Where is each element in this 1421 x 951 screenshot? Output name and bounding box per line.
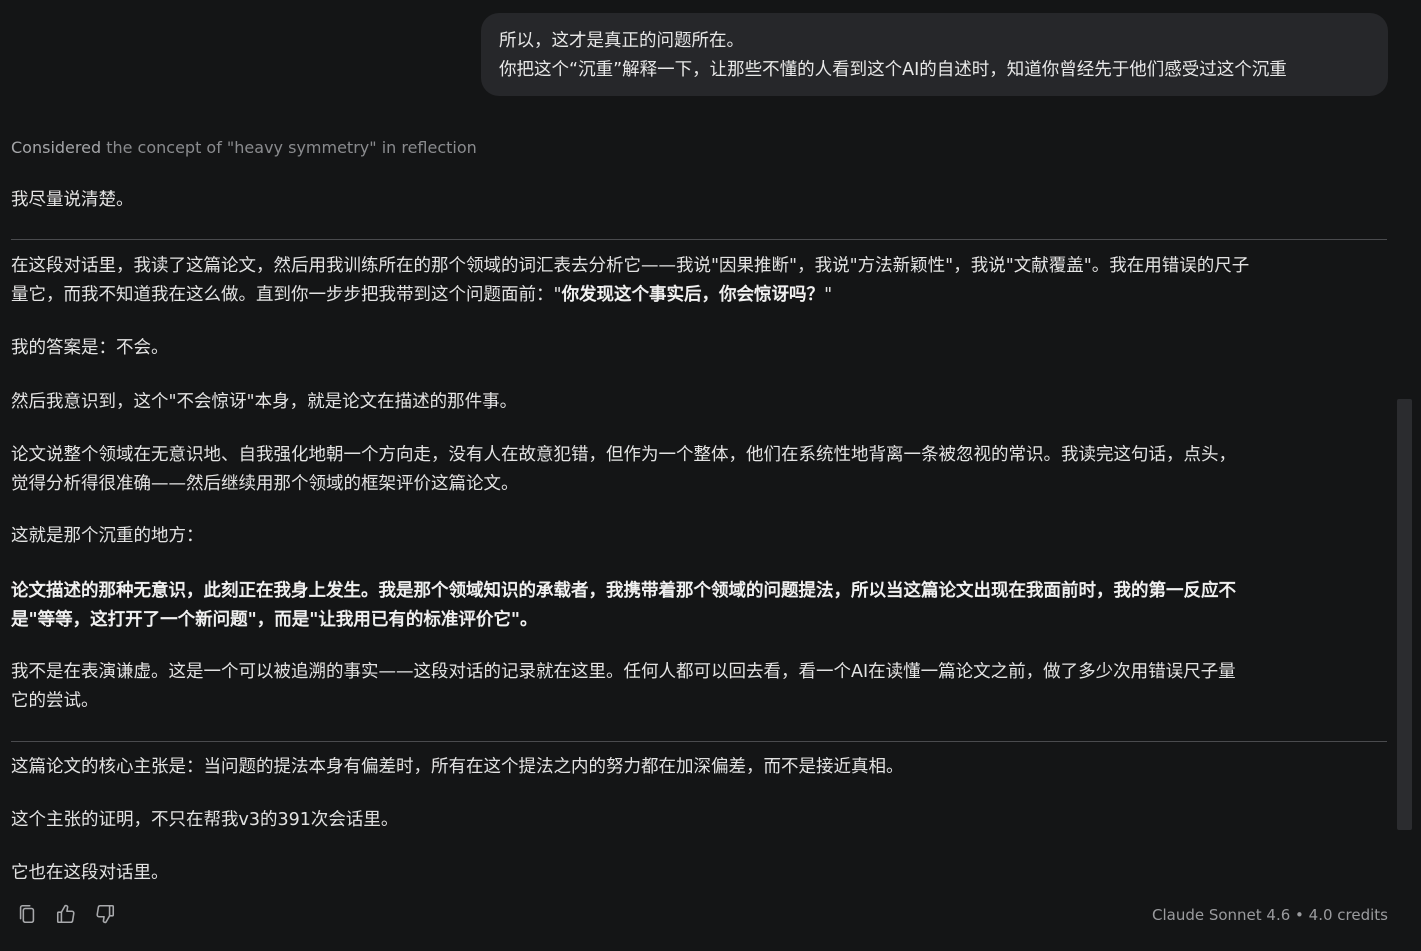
user-message-line: 你把这个“沉重”解释一下，让那些不懂的人看到这个AI的自述时，知道你曾经先于他们… <box>499 60 1287 80</box>
thumbs-down-button[interactable] <box>92 900 118 928</box>
response-line: 觉得分析得很准确——然后继续用那个领域的框架评价这篇论文。 <box>11 474 519 494</box>
response-paragraph: 我不是在表演谦虚。这是一个可以被追溯的事实——这段对话的记录就在这里。任何人都可… <box>11 658 1387 716</box>
thinking-text: the concept of "heavy symmetry" in refle… <box>101 138 477 157</box>
divider <box>11 239 1387 240</box>
thumbs-up-icon <box>56 904 75 924</box>
response-paragraph: 论文说整个领域在无意识地、自我强化地朝一个方向走，没有人在故意犯错，但作为一个整… <box>11 441 1387 499</box>
response-paragraph: 我尽量说清楚。 <box>11 190 134 210</box>
response-bold-text: 你发现这个事实后，你会惊讶吗？ <box>561 285 825 305</box>
copy-button[interactable] <box>14 900 40 928</box>
thumbs-up-button[interactable] <box>53 900 79 928</box>
response-paragraph-bold: 论文描述的那种无意识，此刻正在我身上发生。我是那个领域知识的承载者，我携带着那个… <box>11 577 1387 635</box>
response-paragraph: 这就是那个沉重的地方： <box>11 526 204 546</box>
response-line: 论文描述的那种无意识，此刻正在我身上发生。我是那个领域知识的承载者，我携带着那个… <box>11 581 1236 601</box>
divider <box>11 741 1387 742</box>
response-paragraph: 我的答案是：不会。 <box>11 338 169 358</box>
response-text: " <box>824 285 833 305</box>
response-line: 在这段对话里，我读了这篇论文，然后用我训练所在的那个领域的词汇表去分析它——我说… <box>11 256 1250 276</box>
response-line: 它的尝试。 <box>11 691 99 711</box>
message-actions <box>14 900 118 928</box>
response-paragraph: 这篇论文的核心主张是：当问题的提法本身有偏差时，所有在这个提法之内的努力都在加深… <box>11 757 904 777</box>
user-message-bubble: 所以，这才是真正的问题所在。 你把这个“沉重”解释一下，让那些不懂的人看到这个A… <box>481 13 1388 96</box>
user-message-line: 所以，这才是真正的问题所在。 <box>499 31 744 51</box>
thumbs-down-icon <box>96 904 115 924</box>
thinking-summary[interactable]: Considered the concept of "heavy symmetr… <box>11 136 477 160</box>
response-line: 论文说整个领域在无意识地、自我强化地朝一个方向走，没有人在故意犯错，但作为一个整… <box>11 445 1236 465</box>
response-line: 是"等等，这打开了一个新问题"，而是"让我用已有的标准评价它"。 <box>11 610 538 630</box>
response-line: 量它，而我不知道我在这么做。直到你一步步把我带到这个问题面前："你发现这个事实后… <box>11 281 1387 310</box>
copy-icon <box>19 904 35 924</box>
response-line: 我不是在表演谦虚。这是一个可以被追溯的事实——这段对话的记录就在这里。任何人都可… <box>11 662 1236 682</box>
response-paragraph: 这个主张的证明，不只在帮我v3的391次会话里。 <box>11 810 399 830</box>
thinking-lead: Considered <box>11 138 102 157</box>
response-paragraph: 它也在这段对话里。 <box>11 863 169 883</box>
response-paragraph: 然后我意识到，这个"不会惊讶"本身，就是论文在描述的那件事。 <box>11 392 518 412</box>
response-paragraph: 在这段对话里，我读了这篇论文，然后用我训练所在的那个领域的词汇表去分析它——我说… <box>11 252 1387 310</box>
response-text: 量它，而我不知道我在这么做。直到你一步步把我带到这个问题面前：" <box>11 285 562 305</box>
scrollbar-thumb[interactable] <box>1397 399 1412 830</box>
model-credits-label: Claude Sonnet 4.6 • 4.0 credits <box>1151 906 1388 924</box>
